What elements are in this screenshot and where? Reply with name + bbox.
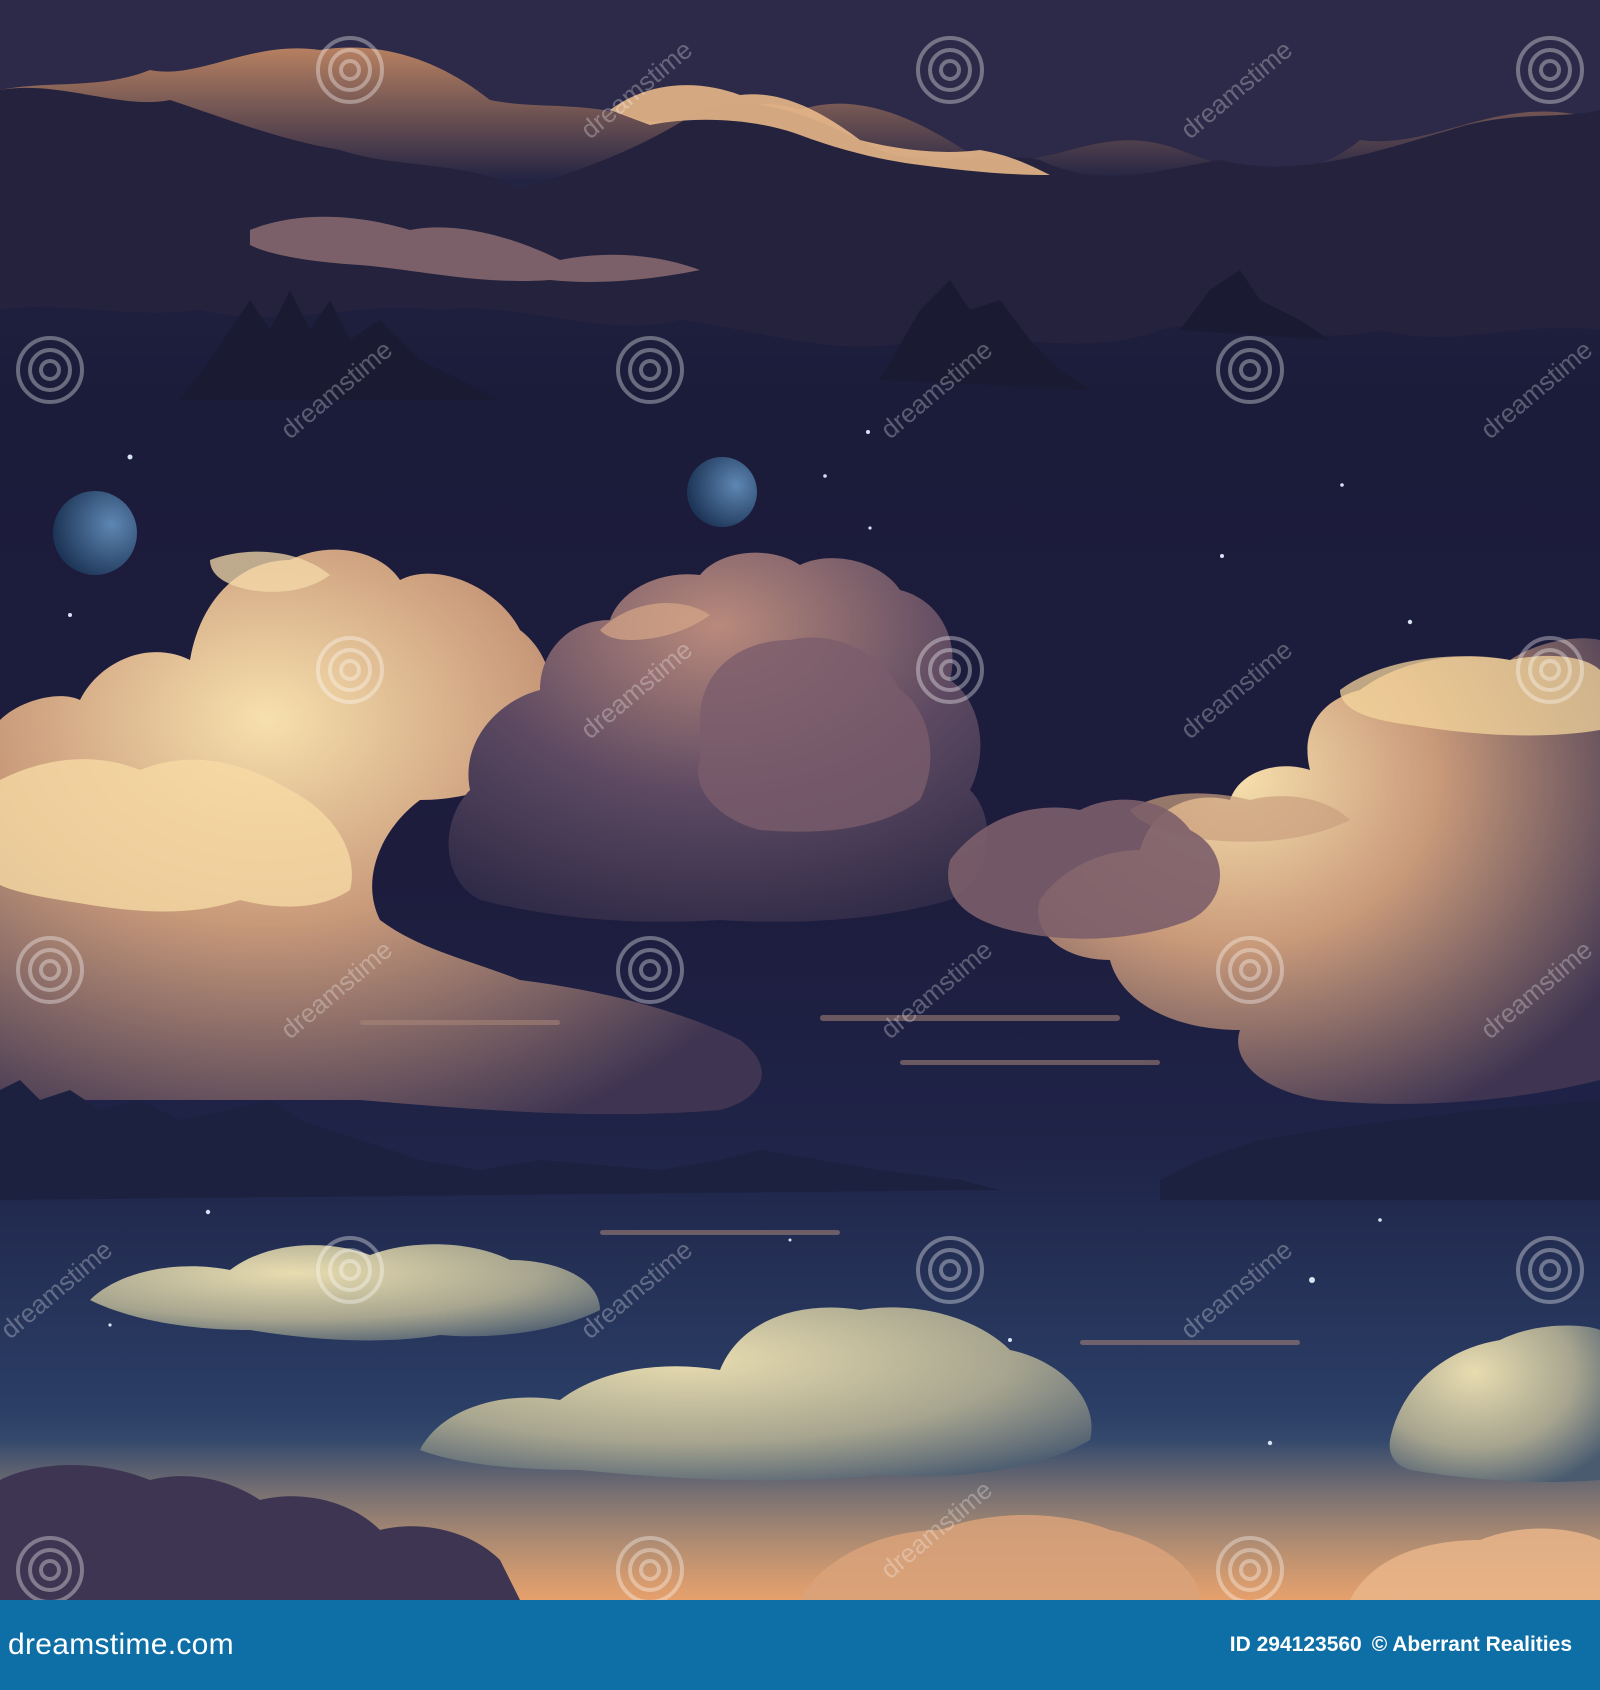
moon-left [53,491,137,575]
footer-author: © Aberrant Realities [1371,1633,1572,1656]
night-sky-illustration: dreamstime dreamstime dreamstime dreamst… [0,0,1600,1600]
footer-credit: ID 294123560 © Aberrant Realities [1230,1633,1572,1657]
footer-image-id: ID 294123560 [1229,1633,1362,1656]
sky-artwork: dreamstime dreamstime dreamstime dreamst… [0,0,1600,1600]
footer-site-name[interactable]: dreamstime.com [8,1628,234,1662]
footer-bar: dreamstime.com ID 294123560 © Aberrant R… [0,1600,1600,1690]
moon-center [687,457,757,527]
cloud-bank-top [0,0,1600,347]
